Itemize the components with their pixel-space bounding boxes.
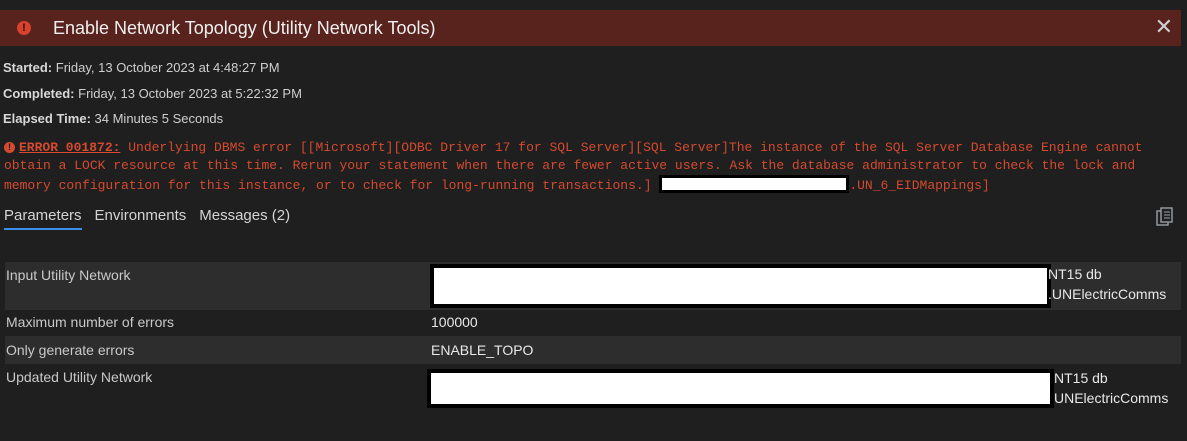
started-value: Friday, 13 October 2023 at 4:48:27 PM <box>55 60 280 75</box>
param-value: NT15 db .UNElectricComms <box>1048 264 1166 304</box>
param-row-only-generate-errors: Only generate errors ENABLE_TOPO <box>5 336 1181 364</box>
parameters-table: Input Utility Network NT15 db .UNElectri… <box>5 262 1181 414</box>
param-row-updated-utility-network: Updated Utility Network NT15 db UNElectr… <box>5 364 1181 414</box>
param-label: Only generate errors <box>6 342 135 358</box>
error-message: ! ERROR 001872: Underlying DBMS error [[M… <box>4 139 1164 195</box>
elapsed-line: Elapsed Time: 34 Minutes 5 Seconds <box>3 111 223 126</box>
copy-icon[interactable] <box>1156 207 1174 230</box>
param-value-line1: NT15 db <box>1048 266 1102 282</box>
error-tail: .UN_6_EIDMappings] <box>849 178 990 193</box>
param-label: Input Utility Network <box>6 267 131 283</box>
redacted-area <box>659 175 850 193</box>
started-label: Started: <box>3 60 53 75</box>
error-code-link[interactable]: ERROR 001872: <box>19 140 120 155</box>
redacted-area <box>430 264 1051 308</box>
window-title: Enable Network Topology (Utility Network… <box>53 17 436 38</box>
completed-line: Completed: Friday, 13 October 2023 at 5:… <box>3 86 302 101</box>
param-value-line2: .UNElectricComms <box>1048 286 1167 302</box>
param-label: Updated Utility Network <box>6 369 153 385</box>
elapsed-value: 34 Minutes 5 Seconds <box>94 111 224 126</box>
completed-value: Friday, 13 October 2023 at 5:22:32 PM <box>78 86 302 101</box>
tab-parameters[interactable]: Parameters <box>4 207 82 230</box>
tab-environments[interactable]: Environments <box>95 207 187 230</box>
error-icon: ! <box>4 142 15 153</box>
param-value: NT15 db UNElectricComms <box>1054 368 1168 408</box>
param-label: Maximum number of errors <box>6 314 175 330</box>
param-value-line1: NT15 db <box>1054 370 1108 386</box>
param-row-input-utility-network: Input Utility Network NT15 db .UNElectri… <box>5 262 1181 310</box>
error-icon: ! <box>17 21 31 35</box>
tab-messages[interactable]: Messages (2) <box>199 207 290 230</box>
started-line: Started: Friday, 13 October 2023 at 4:48… <box>3 60 280 75</box>
tab-bar: Parameters Environments Messages (2) <box>4 207 290 230</box>
param-row-max-errors: Maximum number of errors 100000 <box>5 310 1181 336</box>
elapsed-label: Elapsed Time: <box>3 111 91 126</box>
param-value: 100000 <box>431 314 478 330</box>
param-value: ENABLE_TOPO <box>431 342 534 358</box>
close-button[interactable]: ✕ <box>1155 16 1173 38</box>
param-value-line2: UNElectricComms <box>1054 390 1169 406</box>
redacted-area <box>427 369 1054 408</box>
completed-label: Completed: <box>3 86 75 101</box>
title-bar: ! Enable Network Topology (Utility Netwo… <box>0 10 1181 46</box>
